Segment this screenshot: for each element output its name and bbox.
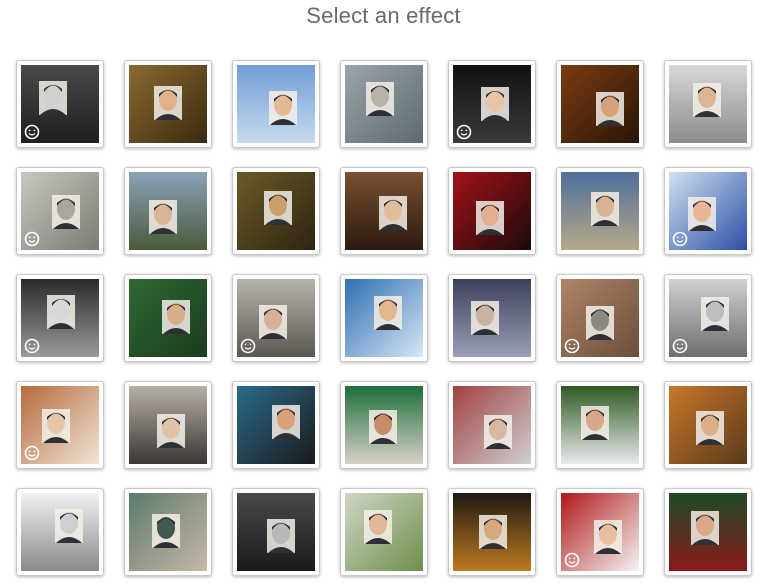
effect-tile-gold-frame-mosaic[interactable] xyxy=(232,167,320,255)
smiley-face-icon xyxy=(240,338,256,354)
effect-tile-hooded-man[interactable] xyxy=(16,60,104,148)
effect-thumbnail xyxy=(345,386,423,464)
effect-tile-christmas-ornaments[interactable] xyxy=(664,488,752,576)
effect-tile-santa[interactable] xyxy=(556,488,644,576)
effect-tile-desert-market[interactable] xyxy=(124,60,212,148)
effect-tile-mugshot-sign[interactable] xyxy=(232,274,320,362)
smiley-face-icon xyxy=(456,124,472,140)
effect-thumbnail xyxy=(453,386,531,464)
effect-tile-old-woman-sketch[interactable] xyxy=(16,167,104,255)
effect-tile-night-street-frame[interactable] xyxy=(448,488,536,576)
effect-thumbnail xyxy=(561,386,639,464)
effect-thumbnail xyxy=(561,65,639,143)
smiley-face-icon xyxy=(564,338,580,354)
effect-thumbnail xyxy=(669,493,747,571)
effect-tile-ornate-mirror[interactable] xyxy=(16,274,104,362)
effect-tile-crowd-sign[interactable] xyxy=(232,488,320,576)
effect-tile-aviator-vintage[interactable] xyxy=(664,274,752,362)
effect-tile-bride-veil[interactable] xyxy=(448,60,536,148)
effect-thumbnail xyxy=(453,493,531,571)
effect-tile-stone-wall-portrait[interactable] xyxy=(340,60,428,148)
effect-thumbnail xyxy=(237,172,315,250)
effect-thumbnail xyxy=(561,172,639,250)
effect-thumbnail xyxy=(669,386,747,464)
smiley-face-icon xyxy=(24,445,40,461)
smiley-face-icon xyxy=(24,124,40,140)
effect-tile-street-screen[interactable] xyxy=(448,381,536,469)
effect-tile-hands-photos[interactable] xyxy=(340,167,428,255)
effect-tile-building-poster[interactable] xyxy=(124,167,212,255)
effect-tile-cat-frame[interactable] xyxy=(664,381,752,469)
smiley-face-icon xyxy=(24,231,40,247)
effect-tile-red-theater[interactable] xyxy=(448,167,536,255)
page-title: Select an effect xyxy=(306,3,461,28)
effect-tile-night-billboard[interactable] xyxy=(448,274,536,362)
effect-tile-city-billboard[interactable] xyxy=(232,60,320,148)
effect-thumbnail xyxy=(345,279,423,357)
effect-tile-photo-collage[interactable] xyxy=(340,488,428,576)
effect-thumbnail xyxy=(237,386,315,464)
effect-thumbnail xyxy=(129,493,207,571)
effect-tile-grass-shirt[interactable] xyxy=(556,381,644,469)
effect-thumbnail xyxy=(237,493,315,571)
effect-tile-workshop-woman[interactable] xyxy=(556,60,644,148)
effect-thumbnail xyxy=(21,493,99,571)
effect-tile-eye-reflection[interactable] xyxy=(124,488,212,576)
smiley-face-icon xyxy=(564,552,580,568)
smiley-face-icon xyxy=(672,338,688,354)
smiley-face-icon xyxy=(672,231,688,247)
effect-thumbnail xyxy=(237,65,315,143)
effect-tile-dancer-closeup[interactable] xyxy=(232,381,320,469)
effect-tile-superhero[interactable] xyxy=(664,167,752,255)
effect-thumbnail xyxy=(345,493,423,571)
effect-tile-cats-photo[interactable] xyxy=(556,167,644,255)
effect-tile-woman-holding-photo[interactable] xyxy=(124,381,212,469)
effect-thumbnail xyxy=(129,172,207,250)
effect-thumbnail xyxy=(129,65,207,143)
effect-thumbnail xyxy=(345,172,423,250)
effect-tile-pencil-drawing[interactable] xyxy=(16,381,104,469)
effects-grid xyxy=(16,60,752,576)
effect-thumbnail xyxy=(129,386,207,464)
effect-thumbnail xyxy=(453,279,531,357)
effect-tile-museum-painting[interactable] xyxy=(124,274,212,362)
effect-thumbnail xyxy=(345,65,423,143)
effect-tile-car-window[interactable] xyxy=(664,60,752,148)
effect-tile-chest-tattoo[interactable] xyxy=(556,274,644,362)
effect-tile-blue-portrait[interactable] xyxy=(340,274,428,362)
effect-thumbnail xyxy=(453,172,531,250)
smiley-face-icon xyxy=(24,338,40,354)
effect-thumbnail xyxy=(669,65,747,143)
effect-tile-model-dress[interactable] xyxy=(340,381,428,469)
effect-tile-hand-sketch[interactable] xyxy=(16,488,104,576)
effect-thumbnail xyxy=(129,279,207,357)
